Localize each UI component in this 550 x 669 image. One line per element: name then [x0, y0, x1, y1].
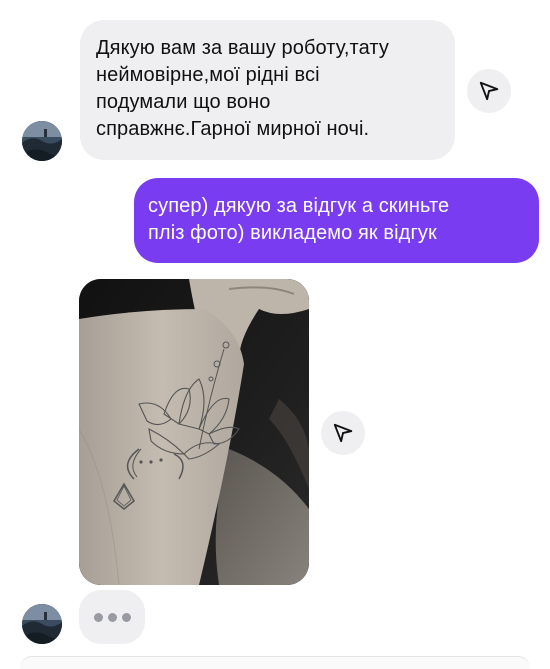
contact-avatar[interactable] — [22, 121, 62, 161]
contact-avatar[interactable] — [22, 604, 62, 644]
tattoo-photo-message[interactable] — [79, 279, 309, 585]
paper-plane-icon — [479, 81, 499, 101]
typing-dot — [121, 612, 131, 622]
message-text: Дякую вам за вашу роботу,тату неймовірне… — [96, 37, 389, 140]
paper-plane-icon — [333, 423, 353, 443]
outgoing-message-bubble[interactable]: супер) дякую за відгук а скиньте пліз фо… — [134, 178, 539, 263]
message-composer[interactable] — [20, 656, 530, 669]
incoming-message-bubble[interactable]: Дякую вам за вашу роботу,тату неймовірне… — [80, 20, 455, 160]
message-text: супер) дякую за відгук а скиньте пліз фо… — [148, 195, 450, 244]
forearm-tattoo-photo — [79, 279, 309, 585]
share-message-button[interactable] — [467, 69, 511, 113]
share-photo-button[interactable] — [321, 411, 365, 455]
typing-dot — [107, 612, 117, 622]
typing-dot — [93, 612, 103, 622]
typing-indicator — [79, 590, 145, 644]
